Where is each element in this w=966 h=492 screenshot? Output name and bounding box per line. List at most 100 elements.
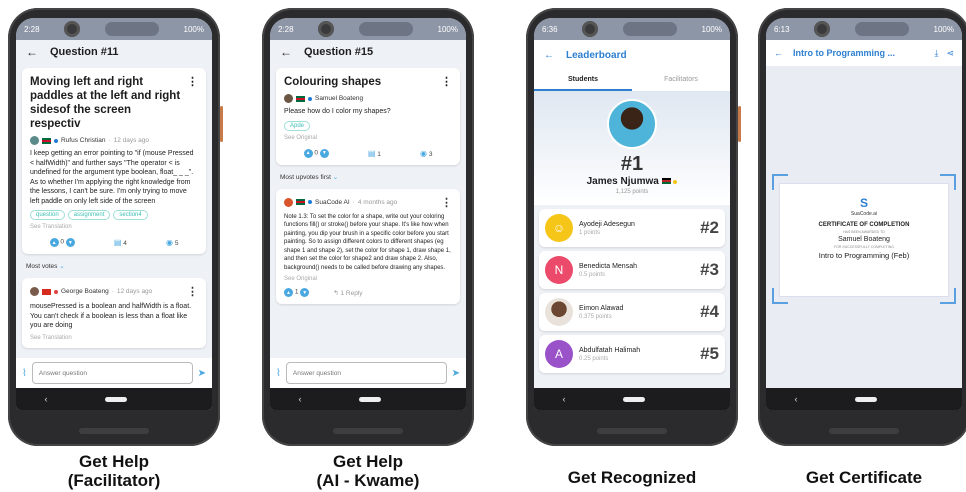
more-options-icon[interactable]: ⋮	[437, 75, 452, 89]
sort-label: Most upvotes first	[280, 173, 331, 181]
answer-card: George Boateng · 12 days ago ⋮ mousePres…	[22, 278, 206, 348]
answer-body: Note 1.3: To set the color for a shape, …	[284, 213, 451, 271]
tag-chip[interactable]: question	[30, 210, 65, 220]
comment-count: 4	[123, 240, 127, 247]
student-name: Eimon Alawad	[579, 304, 624, 312]
more-options-icon[interactable]: ⋮	[183, 75, 198, 131]
back-arrow-icon[interactable]: ←	[26, 45, 38, 59]
tag-chip[interactable]: assignment	[67, 210, 111, 220]
question-title: Moving left and right paddles at the lef…	[30, 76, 181, 130]
sort-dropdown[interactable]: Most votes ⌄	[16, 258, 212, 274]
phone-screen: 6:36 100% ← Leaderboard Students Facilit…	[534, 18, 730, 410]
student-name: Ayodeji Adesegun	[579, 220, 635, 228]
online-dot-icon	[673, 180, 678, 184]
tag-chip[interactable]: section4	[113, 210, 148, 220]
caption-kwame: Get Help (AI - Kwame)	[262, 452, 474, 490]
nav-home-icon[interactable]	[622, 396, 645, 402]
see-original-link[interactable]: See Original	[284, 276, 452, 282]
upvote-icon[interactable]: ▲	[284, 288, 293, 297]
download-icon[interactable]: ⤓	[934, 48, 938, 59]
reply-link[interactable]: 1 Reply	[341, 290, 363, 297]
attach-icon[interactable]: ⌇	[22, 368, 27, 379]
author-name[interactable]: Samuel Boateng	[315, 95, 363, 102]
leaderboard-row[interactable]: A Abdulfatah Halimah 0.25 points #5	[539, 335, 725, 373]
speaker-grille	[79, 428, 149, 434]
author-name[interactable]: SuaCode AI	[315, 199, 350, 206]
question-stats: ▲ 0 ▼ ▤ 1 ◉ 3	[284, 148, 452, 158]
answer-bar: ⌇ Answer question ➤	[270, 358, 466, 388]
tab-students[interactable]: Students	[534, 70, 632, 91]
nav-home-icon[interactable]	[104, 396, 127, 402]
leaderboard-row[interactable]: N Benedicta Mensah 0.5 points #3	[539, 251, 725, 289]
back-arrow-icon[interactable]: ←	[544, 50, 554, 61]
nav-back-icon[interactable]: ‹	[299, 394, 302, 404]
author-name[interactable]: Rufus Christian	[61, 137, 105, 144]
more-options-icon[interactable]: ⋮	[437, 196, 452, 209]
system-nav-bar: ‹	[534, 388, 730, 410]
upvote-icon[interactable]: ▲	[49, 238, 59, 247]
tab-facilitators[interactable]: Facilitators	[632, 70, 730, 91]
caption-line: Get Certificate	[805, 468, 923, 487]
see-translation-link[interactable]: See Translation	[30, 224, 198, 230]
caption-line: Get Recognized	[567, 468, 697, 487]
tag-chip[interactable]: Apde	[284, 120, 311, 131]
avatar	[607, 99, 657, 149]
speaker-grille	[333, 428, 403, 434]
leaderboard-row[interactable]: Eimon Alawad 0.375 points #4	[539, 293, 725, 331]
question-card: Moving left and right paddles at the lef…	[22, 68, 206, 254]
points-label: 0.375 points	[579, 313, 612, 320]
completing-label: FOR SUCCESSFULLY COMPLETING	[834, 245, 894, 249]
certificate-heading: CERTIFICATE OF COMPLETION	[818, 222, 910, 228]
speaker-grille	[597, 428, 667, 434]
view-icon: ◉	[166, 238, 173, 247]
app-bar: ← Question #15	[270, 40, 466, 64]
send-icon[interactable]: ➤	[198, 368, 206, 379]
author-name[interactable]: George Boateng	[61, 288, 109, 295]
nav-back-icon[interactable]: ‹	[795, 394, 798, 404]
app-bar: ← Leaderboard	[534, 40, 730, 70]
status-time: 2:28	[278, 24, 294, 34]
certificate-viewer: S SuaCode.ai CERTIFICATE OF COMPLETION H…	[766, 66, 962, 388]
comment-icon[interactable]: ▤	[114, 238, 122, 247]
status-bar: 2:28 100%	[270, 18, 466, 40]
nav-home-icon[interactable]	[854, 396, 877, 402]
reply-icon[interactable]: ↰	[333, 290, 338, 297]
points-label: 0.25 points	[579, 355, 609, 362]
back-arrow-icon[interactable]: ←	[774, 48, 783, 58]
downvote-icon[interactable]: ▼	[65, 238, 75, 247]
comment-icon[interactable]: ▤	[368, 149, 376, 158]
status-pill	[622, 22, 677, 36]
answer-input[interactable]: Answer question	[31, 362, 193, 384]
see-original-link[interactable]: See Original	[284, 135, 452, 141]
more-options-icon[interactable]: ⋮	[183, 285, 198, 298]
share-icon[interactable]: ⋖	[946, 48, 954, 59]
upvote-icon[interactable]: ▲	[303, 148, 313, 158]
attach-icon[interactable]: ⌇	[276, 368, 281, 379]
online-dot-icon	[308, 96, 312, 101]
answer-bar: ⌇ Answer question ➤	[16, 358, 212, 388]
status-bar: 6:13 100%	[766, 18, 962, 40]
nav-home-icon[interactable]	[358, 396, 381, 402]
answer-author: George Boateng · 12 days ago ⋮	[30, 285, 198, 298]
downvote-icon[interactable]: ▼	[300, 288, 310, 297]
phone-screen: 2:28 100% ← Question #11 Moving left and…	[16, 18, 212, 410]
nav-back-icon[interactable]: ‹	[563, 394, 566, 404]
sort-dropdown[interactable]: Most upvotes first ⌄	[270, 169, 466, 185]
leaderboard-row[interactable]: ☺ Ayodeji Adesegun 1 points #2	[539, 209, 725, 247]
answer-card: SuaCode AI · 4 months ago ⋮ Note 1.3: To…	[276, 188, 460, 304]
flag-icon	[661, 178, 671, 184]
back-arrow-icon[interactable]: ←	[280, 45, 292, 59]
recipient-name: Samuel Boateng	[838, 236, 890, 243]
avatar: N	[545, 256, 573, 284]
vote-count: 1	[294, 288, 299, 296]
see-translation-link[interactable]: See Translation	[30, 335, 198, 341]
answer-input[interactable]: Answer question	[285, 362, 447, 384]
flag-icon	[296, 95, 305, 102]
nav-back-icon[interactable]: ‹	[45, 394, 48, 404]
downvote-icon[interactable]: ▼	[319, 148, 329, 158]
avatar: A	[545, 340, 573, 368]
points-label: 1,125 points	[615, 189, 649, 195]
status-bar: 2:28 100%	[16, 18, 212, 40]
send-icon[interactable]: ➤	[452, 368, 460, 379]
awarded-label: HAS BEEN AWARDED TO	[843, 230, 885, 234]
